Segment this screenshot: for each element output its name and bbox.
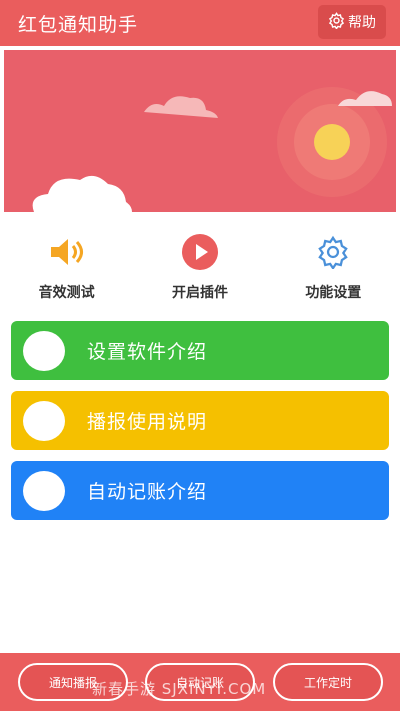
card-circle-icon: [23, 330, 65, 371]
card-circle-icon: [23, 470, 65, 511]
bottom-bar: 通知播报 自动记账 工作定时: [0, 653, 400, 711]
card-label: 自动记账介绍: [87, 481, 208, 503]
gear-icon: [328, 11, 345, 33]
broadcast-guide-card[interactable]: 播报使用说明: [11, 391, 389, 450]
auto-accounting-button[interactable]: 自动记账: [145, 663, 255, 701]
help-button[interactable]: 帮助: [318, 5, 386, 39]
speaker-icon: [47, 232, 87, 272]
help-label: 帮助: [348, 15, 376, 31]
feature-settings-label: 功能设置: [305, 285, 362, 301]
enable-plugin-button[interactable]: 开启插件: [145, 218, 255, 308]
notification-broadcast-button[interactable]: 通知播报: [18, 663, 128, 701]
banner-illustration: [4, 50, 396, 212]
play-icon: [180, 232, 220, 272]
software-intro-card[interactable]: 设置软件介绍: [11, 321, 389, 380]
app-title: 红包通知助手: [18, 14, 139, 36]
sound-test-button[interactable]: 音效测试: [12, 218, 122, 308]
sound-test-label: 音效测试: [38, 285, 95, 301]
card-label: 设置软件介绍: [87, 341, 208, 363]
work-timer-button[interactable]: 工作定时: [273, 663, 383, 701]
header-bar: 红包通知助手 帮助: [0, 0, 400, 46]
quick-actions: 音效测试 开启插件 功能设置: [0, 218, 400, 308]
settings-icon: [313, 232, 353, 272]
app-screen: 红包通知助手 帮助 音效测试 开启插件 功能设置 设置软件介绍 播报使用说明 自…: [0, 0, 400, 711]
auto-accounting-card[interactable]: 自动记账介绍: [11, 461, 389, 520]
card-label: 播报使用说明: [87, 411, 208, 433]
card-circle-icon: [23, 400, 65, 441]
feature-settings-button[interactable]: 功能设置: [278, 218, 388, 308]
enable-plugin-label: 开启插件: [171, 285, 228, 301]
